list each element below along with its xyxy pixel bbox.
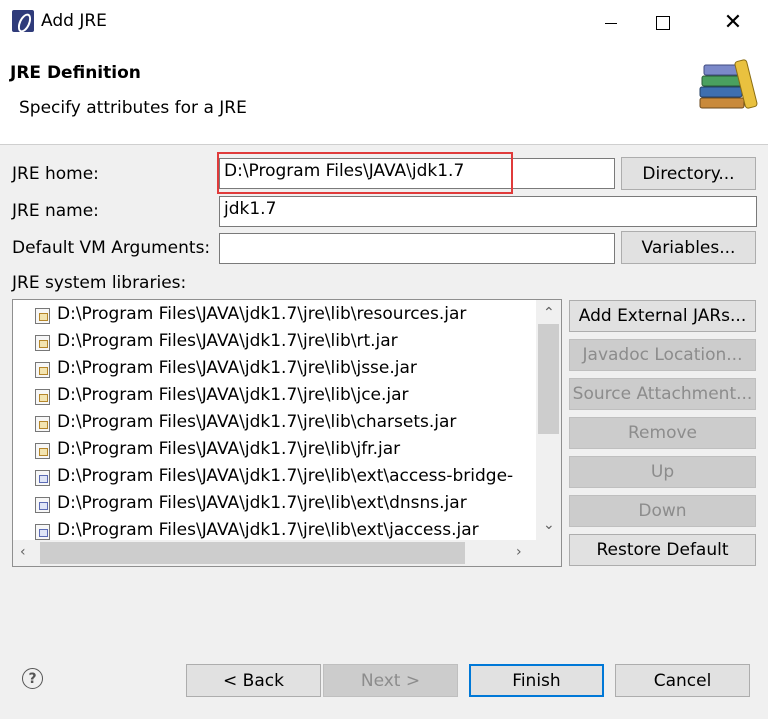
cancel-label: Cancel <box>653 670 712 691</box>
help-icon[interactable]: ? <box>22 668 43 689</box>
vertical-scrollbar[interactable]: ⌃ ⌄ <box>536 300 561 540</box>
minimize-icon <box>605 22 617 24</box>
source-attachment-label: Source Attachment... <box>572 384 753 404</box>
source-attachment-button[interactable]: Source Attachment... <box>569 378 756 410</box>
list-item-label: D:\Program Files\JAVA\jdk1.7\jre\lib\ext… <box>57 520 479 540</box>
vm-args-label: Default VM Arguments: <box>12 238 211 258</box>
up-button[interactable]: Up <box>569 456 756 488</box>
maximize-button[interactable] <box>640 0 686 46</box>
jre-home-input[interactable]: D:\Program Files\JAVA\jdk1.7 <box>219 158 615 189</box>
jre-home-label: JRE home: <box>12 164 99 184</box>
directory-button[interactable]: Directory... <box>621 157 756 190</box>
eclipse-app-icon <box>12 10 34 32</box>
add-external-jars-label: Add External JARs... <box>578 306 747 326</box>
restore-default-label: Restore Default <box>596 540 729 560</box>
list-item[interactable]: D:\Program Files\JAVA\jdk1.7\jre\lib\cha… <box>13 410 536 437</box>
page-description: Specify attributes for a JRE <box>19 98 247 118</box>
scroll-right-arrow-icon[interactable]: › <box>516 545 522 559</box>
window-title: Add JRE <box>41 11 107 31</box>
wizard-header: JRE Definition Specify attributes for a … <box>0 46 768 145</box>
close-button[interactable]: ✕ <box>710 0 756 46</box>
add-external-jars-button[interactable]: Add External JARs... <box>569 300 756 332</box>
jre-name-label: JRE name: <box>12 201 99 221</box>
list-item-label: D:\Program Files\JAVA\jdk1.7\jre\lib\jfr… <box>57 439 401 459</box>
libraries-list[interactable]: D:\Program Files\JAVA\jdk1.7\jre\lib\res… <box>12 299 562 567</box>
variables-button-label: Variables... <box>641 237 736 258</box>
jar-icon <box>35 416 50 432</box>
up-label: Up <box>650 462 675 482</box>
jar-icon <box>35 308 50 324</box>
scroll-up-arrow-icon[interactable]: ⌃ <box>543 306 555 320</box>
directory-button-label: Directory... <box>642 163 735 184</box>
horizontal-scroll-thumb[interactable] <box>40 542 465 564</box>
jar-icon <box>35 497 50 513</box>
jar-icon <box>35 443 50 459</box>
remove-label: Remove <box>628 423 697 443</box>
minimize-button[interactable] <box>588 0 634 46</box>
javadoc-location-button[interactable]: Javadoc Location... <box>569 339 756 371</box>
finish-label: Finish <box>512 670 561 691</box>
scroll-left-arrow-icon[interactable]: ‹ <box>20 545 26 559</box>
list-item[interactable]: D:\Program Files\JAVA\jdk1.7\jre\lib\ext… <box>13 491 536 518</box>
scroll-down-arrow-icon[interactable]: ⌄ <box>543 518 555 532</box>
list-item-label: D:\Program Files\JAVA\jdk1.7\jre\lib\ext… <box>57 466 514 486</box>
jar-icon <box>35 524 50 540</box>
list-item[interactable]: D:\Program Files\JAVA\jdk1.7\jre\lib\jss… <box>13 356 536 383</box>
list-item-label: D:\Program Files\JAVA\jdk1.7\jre\lib\ext… <box>57 493 467 513</box>
variables-button[interactable]: Variables... <box>621 231 756 264</box>
list-item[interactable]: D:\Program Files\JAVA\jdk1.7\jre\lib\res… <box>13 302 536 329</box>
maximize-icon <box>656 16 670 30</box>
next-button[interactable]: Next > <box>323 664 458 697</box>
title-bar: Add JRE ✕ <box>0 0 768 46</box>
list-item[interactable]: D:\Program Files\JAVA\jdk1.7\jre\lib\rt.… <box>13 329 536 356</box>
cancel-button[interactable]: Cancel <box>615 664 750 697</box>
back-label: < Back <box>223 670 284 691</box>
jre-name-input[interactable]: jdk1.7 <box>219 196 757 227</box>
javadoc-location-label: Javadoc Location... <box>582 345 743 365</box>
down-label: Down <box>638 501 687 521</box>
list-item[interactable]: D:\Program Files\JAVA\jdk1.7\jre\lib\ext… <box>13 518 536 540</box>
jar-icon <box>35 389 50 405</box>
list-item-label: D:\Program Files\JAVA\jdk1.7\jre\lib\cha… <box>57 412 457 432</box>
page-title: JRE Definition <box>10 63 141 83</box>
list-item-label: D:\Program Files\JAVA\jdk1.7\jre\lib\jce… <box>57 385 409 405</box>
list-item[interactable]: D:\Program Files\JAVA\jdk1.7\jre\lib\jfr… <box>13 437 536 464</box>
horizontal-scrollbar[interactable]: ‹ › <box>13 540 536 566</box>
library-books-icon <box>699 59 758 109</box>
close-icon: ✕ <box>723 10 743 35</box>
libraries-label: JRE system libraries: <box>12 273 187 293</box>
list-item[interactable]: D:\Program Files\JAVA\jdk1.7\jre\lib\jce… <box>13 383 536 410</box>
libraries-list-viewport: D:\Program Files\JAVA\jdk1.7\jre\lib\res… <box>13 300 536 540</box>
list-item-label: D:\Program Files\JAVA\jdk1.7\jre\lib\res… <box>57 304 467 324</box>
restore-default-button[interactable]: Restore Default <box>569 534 756 566</box>
list-item-label: D:\Program Files\JAVA\jdk1.7\jre\lib\rt.… <box>57 331 398 351</box>
finish-button[interactable]: Finish <box>469 664 604 697</box>
back-button[interactable]: < Back <box>186 664 321 697</box>
vertical-scroll-thumb[interactable] <box>538 324 559 434</box>
list-item[interactable]: D:\Program Files\JAVA\jdk1.7\jre\lib\ext… <box>13 464 536 491</box>
jar-icon <box>35 470 50 486</box>
next-label: Next > <box>360 670 421 691</box>
list-item-label: D:\Program Files\JAVA\jdk1.7\jre\lib\jss… <box>57 358 417 378</box>
down-button[interactable]: Down <box>569 495 756 527</box>
scrollbar-corner <box>536 540 561 566</box>
jar-icon <box>35 362 50 378</box>
remove-button[interactable]: Remove <box>569 417 756 449</box>
jar-icon <box>35 335 50 351</box>
vm-args-input[interactable] <box>219 233 615 264</box>
